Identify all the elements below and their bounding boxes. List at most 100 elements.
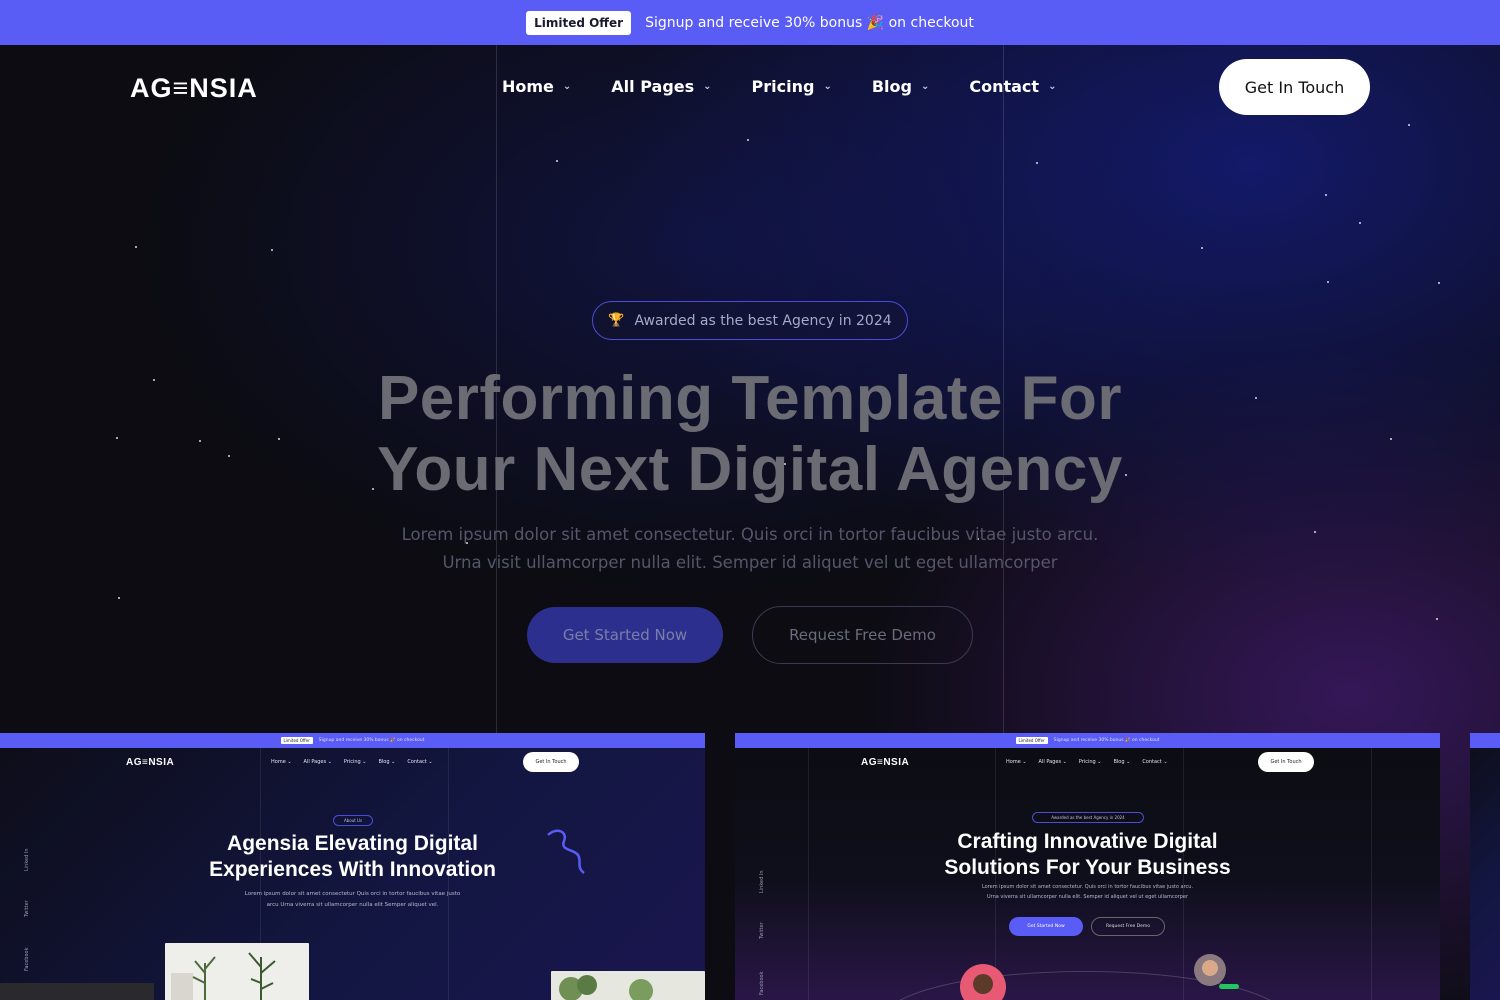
- star: [135, 246, 137, 248]
- preview-nav-item: Contact ⌄: [1142, 759, 1168, 765]
- hero-title-line1: Performing Template For: [377, 364, 1123, 433]
- announcement-text[interactable]: Signup and receive 30% bonus 🎉 on checko…: [645, 15, 974, 31]
- preview-nav-item: Blog ⌄: [378, 759, 396, 765]
- star: [1314, 531, 1316, 533]
- announcement-bar: Limited Offer Signup and receive 30% bon…: [0, 0, 1500, 45]
- preview-cta-button: Get In Touch: [1258, 752, 1314, 772]
- preview-social-twitter: Twitter: [24, 900, 30, 917]
- grid-line: [1371, 748, 1372, 1000]
- preview-desc-line: Urna viverra sit ullamcorper nulla elit.…: [986, 894, 1189, 900]
- preview-get-started-button: Get Started Now: [1009, 917, 1083, 936]
- preview-cta-button: Get In Touch: [523, 752, 579, 772]
- star: [1438, 282, 1440, 284]
- preview-nav-item: Blog ⌄: [1113, 759, 1131, 765]
- template-preview-card[interactable]: [1470, 733, 1500, 1000]
- chevron-down-icon: ⌄: [703, 81, 712, 92]
- status-badge: [1219, 984, 1239, 989]
- star: [1359, 222, 1361, 224]
- preview-offer-badge: Limited Offer: [1015, 737, 1048, 744]
- avatar: [1194, 954, 1226, 986]
- preview-nav-item: Home ⌄: [271, 759, 292, 765]
- nav-blog[interactable]: Blog ⌄: [872, 77, 930, 96]
- preview-title: Crafting Innovative Digital Solutions Fo…: [885, 829, 1290, 881]
- nav-pricing[interactable]: Pricing ⌄: [752, 77, 832, 96]
- star: [1408, 124, 1410, 126]
- plant-icon: [171, 952, 276, 1000]
- trophy-icon: 🏆: [608, 313, 625, 328]
- preview-title-line: Crafting Innovative Digital: [957, 830, 1218, 853]
- preview-offer-badge: Limited Offer: [280, 737, 313, 744]
- avatar-face: [1202, 960, 1218, 976]
- preview-logo: AG≡NSIA: [126, 757, 175, 768]
- template-preview-card[interactable]: Limited Offer Signup and receive 30% bon…: [0, 733, 705, 1000]
- preview-logo: AG≡NSIA: [861, 757, 910, 768]
- preview-nav: Home ⌄ All Pages ⌄ Pricing ⌄ Blog ⌄ Cont…: [271, 759, 433, 765]
- preview-request-demo-button: Request Free Demo: [1091, 917, 1165, 936]
- star: [278, 438, 280, 440]
- plant-icon: [559, 975, 653, 1000]
- star: [1255, 397, 1257, 399]
- star: [228, 455, 230, 457]
- chevron-down-icon: ⌄: [1048, 81, 1057, 92]
- template-preview-card[interactable]: Limited Offer Signup and receive 30% bon…: [735, 733, 1440, 1000]
- hero-title: Performing Template For Your Next Digita…: [300, 363, 1200, 505]
- preview-title: Agensia Elevating Digital Experiences Wi…: [150, 831, 555, 883]
- hero-description: Lorem ipsum dolor sit amet consectetur. …: [350, 521, 1150, 577]
- star: [118, 597, 120, 599]
- star: [556, 160, 558, 162]
- star: [1036, 162, 1038, 164]
- star: [153, 379, 155, 381]
- preview-title-line: Experiences With Innovation: [209, 858, 496, 881]
- get-in-touch-button[interactable]: Get In Touch: [1219, 59, 1370, 115]
- preview-announcement-bar: Limited Offer Signup and receive 30% bon…: [735, 733, 1440, 748]
- award-text: Awarded as the best Agency in 2024: [634, 312, 892, 329]
- star: [1201, 247, 1203, 249]
- nav-home[interactable]: Home ⌄: [502, 77, 571, 96]
- preview-dark-image: [0, 983, 154, 1000]
- hero-desc-line1: Lorem ipsum dolor sit amet consectetur. …: [401, 525, 1099, 544]
- nav-all-pages[interactable]: All Pages ⌄: [611, 77, 711, 96]
- preview-nav-item: Pricing ⌄: [343, 759, 367, 765]
- preview-nav-item: Contact ⌄: [407, 759, 433, 765]
- preview-nav-item: Home ⌄: [1006, 759, 1027, 765]
- preview-pill: About Us: [333, 815, 373, 826]
- preview-social-twitter: Twitter: [759, 922, 765, 939]
- star: [1436, 618, 1438, 620]
- preview-social-facebook: Facebook: [759, 971, 765, 996]
- preview-social-linkedin: Linked In: [24, 848, 30, 871]
- chevron-down-icon: ⌄: [920, 81, 930, 92]
- nav-contact[interactable]: Contact ⌄: [969, 77, 1056, 96]
- preview-nav-item: Pricing ⌄: [1078, 759, 1102, 765]
- star: [1325, 194, 1327, 196]
- squiggle-decoration: [547, 829, 585, 874]
- award-badge: 🏆 Awarded as the best Agency in 2024: [592, 301, 908, 340]
- hero-desc-line2: Urna visit ullamcorper nulla elit. Sempe…: [442, 553, 1058, 572]
- star: [747, 139, 749, 141]
- preview-title-line: Solutions For Your Business: [944, 856, 1231, 879]
- logo[interactable]: AG≡NSIA: [130, 73, 258, 104]
- preview-desc: Lorem ipsum dolor sit amet consectetur Q…: [180, 889, 525, 911]
- preview-desc-line: Lorem ipsum dolor sit amet consectetur. …: [981, 884, 1194, 890]
- hero-section: AG≡NSIA Home ⌄ All Pages ⌄ Pricing ⌄ Blo…: [0, 45, 1500, 1000]
- nav-label: Pricing: [751, 77, 815, 96]
- preview-desc: Lorem ipsum dolor sit amet consectetur. …: [925, 882, 1250, 902]
- avatar-face: [973, 974, 993, 994]
- preview-social-facebook: Facebook: [24, 947, 30, 972]
- star: [116, 437, 118, 439]
- nav-label: Blog: [871, 77, 912, 96]
- nav-label: All Pages: [611, 77, 695, 96]
- preview-nav: Home ⌄ All Pages ⌄ Pricing ⌄ Blog ⌄ Cont…: [1006, 759, 1168, 765]
- main-nav: Home ⌄ All Pages ⌄ Pricing ⌄ Blog ⌄ Cont…: [502, 77, 1056, 96]
- preview-title-line: Agensia Elevating Digital: [227, 832, 478, 855]
- request-demo-button[interactable]: Request Free Demo: [752, 606, 973, 664]
- get-started-button[interactable]: Get Started Now: [527, 607, 723, 663]
- preview-nav-item: All Pages ⌄: [303, 759, 332, 765]
- chevron-down-icon: ⌄: [562, 81, 572, 92]
- nav-label: Contact: [969, 77, 1040, 96]
- star: [199, 440, 201, 442]
- preview-plant-image: [551, 971, 705, 1000]
- preview-announcement-bar: [1470, 733, 1500, 748]
- preview-announcement-bar: Limited Offer Signup and receive 30% bon…: [0, 733, 705, 748]
- hero-title-line2: Your Next Digital Agency: [377, 435, 1123, 504]
- preview-announcement-text: Signup and receive 30% bonus 🎉 on checko…: [318, 738, 425, 743]
